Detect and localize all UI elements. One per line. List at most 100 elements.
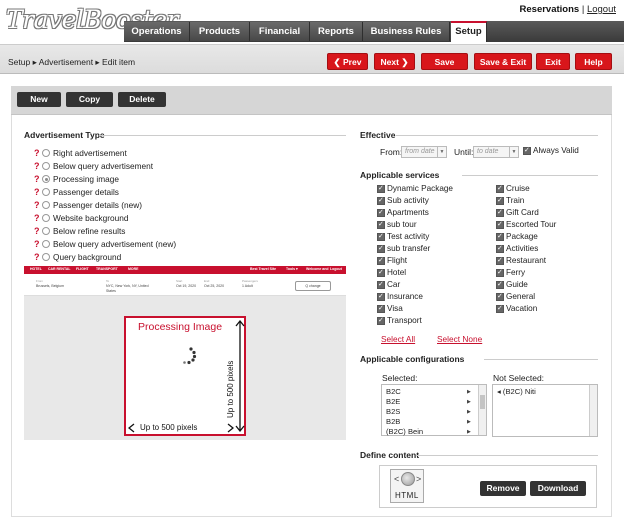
preview-nav-item: HOTEL <box>30 267 42 271</box>
move-right-icon[interactable]: ▶ <box>467 409 471 415</box>
until-label: Until: <box>454 147 474 157</box>
service-checkbox[interactable] <box>496 220 504 230</box>
calendar-dropdown-icon[interactable]: ▼ <box>509 147 518 157</box>
radio-button[interactable] <box>42 188 50 196</box>
help-icon[interactable]: ? <box>34 148 40 158</box>
service-checkbox[interactable] <box>496 208 504 218</box>
next-button[interactable]: Next ❯ <box>374 53 415 70</box>
help-icon[interactable]: ? <box>34 213 40 223</box>
help-icon[interactable]: ? <box>34 200 40 210</box>
radio-button[interactable] <box>42 214 50 222</box>
radio-label: Below query advertisement <box>53 161 154 171</box>
service-checkbox[interactable] <box>496 244 504 254</box>
service-checkbox[interactable] <box>496 280 504 290</box>
service-checkbox[interactable] <box>496 268 504 278</box>
service-checkbox[interactable] <box>377 208 385 218</box>
radio-button[interactable] <box>42 149 50 157</box>
radio-button[interactable] <box>42 162 50 170</box>
service-checkbox[interactable] <box>377 292 385 302</box>
tab-reports[interactable]: Reports <box>310 22 363 41</box>
config-item[interactable]: B2E <box>386 397 400 406</box>
help-icon[interactable]: ? <box>34 226 40 236</box>
service-label: Activities <box>506 244 539 253</box>
config-item[interactable]: (B2C) Bein <box>386 427 423 436</box>
service-checkbox[interactable] <box>496 232 504 242</box>
help-icon[interactable]: ? <box>34 239 40 249</box>
preview-field: End Oct 25, 2020 <box>204 279 224 289</box>
service-checkbox[interactable] <box>377 316 385 326</box>
radio-label: Below query advertisement (new) <box>53 239 177 249</box>
move-right-icon[interactable]: ▶ <box>467 419 471 425</box>
logout-link[interactable]: Logout <box>587 4 616 15</box>
new-button[interactable]: New <box>17 92 61 107</box>
not-selected-config-list[interactable]: ◂ (B2C) Niti <box>492 384 598 437</box>
selected-config-list[interactable]: B2C ▶ B2E ▶ B2S ▶ B2B ▶ (B2C) Bein ▶ <box>381 384 487 436</box>
delete-button[interactable]: Delete <box>118 92 166 107</box>
scrollbar[interactable] <box>589 385 597 436</box>
radio-button[interactable] <box>42 175 50 183</box>
tab-products[interactable]: Products <box>190 22 250 41</box>
radio-button[interactable] <box>42 201 50 209</box>
select-none-link[interactable]: Select None <box>437 334 482 344</box>
move-right-icon[interactable]: ▶ <box>467 389 471 395</box>
preview-field-value: NYC, New York, NY, United States <box>106 284 149 293</box>
service-checkbox[interactable] <box>377 280 385 290</box>
move-right-icon[interactable]: ▶ <box>467 399 471 405</box>
service-checkbox[interactable] <box>496 184 504 194</box>
config-item[interactable]: B2B <box>386 417 400 426</box>
radio-button[interactable] <box>42 227 50 235</box>
help-icon[interactable]: ? <box>34 187 40 197</box>
download-button[interactable]: Download <box>530 481 586 496</box>
service-checkbox[interactable] <box>496 256 504 266</box>
service-checkbox[interactable] <box>377 220 385 230</box>
service-checkbox[interactable] <box>496 196 504 206</box>
move-right-icon[interactable]: ▶ <box>467 429 471 435</box>
from-date-input[interactable]: from date ▼ <box>401 146 447 158</box>
scrollbar-thumb[interactable] <box>480 395 485 409</box>
preview-nav-item: Best Travel Site <box>250 267 277 271</box>
service-label: Guide <box>506 280 528 289</box>
tab-setup[interactable]: Setup <box>451 21 487 42</box>
service-checkbox[interactable] <box>377 244 385 254</box>
radio-label: Right advertisement <box>53 148 127 158</box>
service-checkbox[interactable] <box>496 292 504 302</box>
preview-nav-item: Logout <box>330 267 342 271</box>
service-checkbox[interactable] <box>377 256 385 266</box>
html-icon-label: HTML <box>395 491 419 500</box>
save-exit-button[interactable]: Save & Exit <box>474 53 532 70</box>
radio-button[interactable] <box>42 253 50 261</box>
service-checkbox[interactable] <box>377 232 385 242</box>
config-item[interactable]: B2C <box>386 387 401 396</box>
radio-button[interactable] <box>42 240 50 248</box>
tab-financial[interactable]: Financial <box>250 22 310 41</box>
save-button[interactable]: Save <box>421 53 468 70</box>
config-item[interactable]: ◂ (B2C) Niti <box>497 387 536 396</box>
select-all-link[interactable]: Select All <box>381 334 415 344</box>
always-valid-checkbox[interactable] <box>523 146 531 156</box>
scrollbar[interactable] <box>478 385 486 435</box>
exit-button[interactable]: Exit <box>536 53 570 70</box>
config-item[interactable]: B2S <box>386 407 400 416</box>
tab-business-rules[interactable]: Business Rules <box>363 22 450 41</box>
service-checkbox[interactable] <box>377 184 385 194</box>
remove-button[interactable]: Remove <box>480 481 526 496</box>
calendar-dropdown-icon[interactable]: ▼ <box>437 147 446 157</box>
help-icon[interactable]: ? <box>34 174 40 184</box>
until-date-input[interactable]: to date ▼ <box>473 146 519 158</box>
service-checkbox[interactable] <box>377 304 385 314</box>
reservations-label[interactable]: Reservations <box>520 4 580 15</box>
tab-operations[interactable]: Operations <box>124 22 190 41</box>
copy-button[interactable]: Copy <box>66 92 113 107</box>
help-button[interactable]: Help <box>575 53 612 70</box>
service-checkbox[interactable] <box>377 196 385 206</box>
prev-button[interactable]: ❮ Prev <box>327 53 368 70</box>
help-icon[interactable]: ? <box>34 161 40 171</box>
help-icon[interactable]: ? <box>34 252 40 262</box>
service-label: Visa <box>387 304 403 313</box>
service-checkbox[interactable] <box>496 304 504 314</box>
service-label: Test activity <box>387 232 430 241</box>
service-checkbox[interactable] <box>377 268 385 278</box>
radio-label: Query background <box>53 252 122 262</box>
radio-label: Passenger details <box>53 187 119 197</box>
spinner-icon <box>183 347 197 365</box>
